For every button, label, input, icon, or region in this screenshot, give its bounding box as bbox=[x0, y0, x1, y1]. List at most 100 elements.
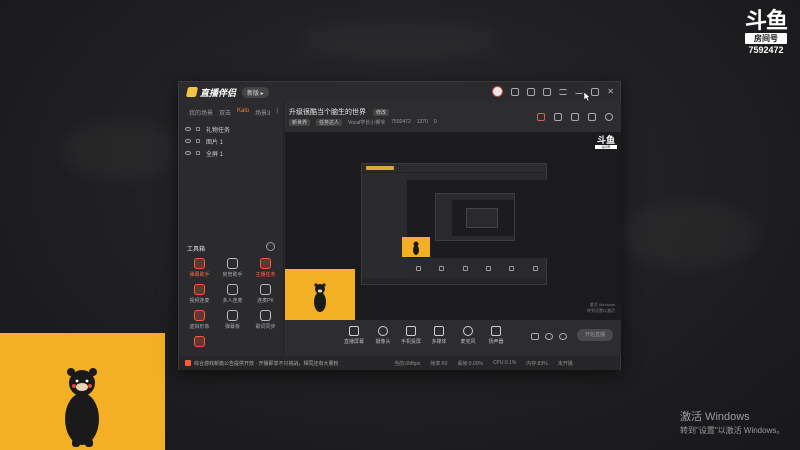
scene-tabs: 我的场景 双击 Kalo 场景3 | bbox=[179, 102, 283, 117]
bear-mascot-image bbox=[65, 368, 99, 447]
visibility-eye-icon[interactable] bbox=[185, 127, 191, 131]
anchor-name: Vocal学长小狮爷 bbox=[348, 120, 386, 126]
admin-icon bbox=[227, 258, 238, 269]
avatar-icon[interactable] bbox=[492, 86, 504, 97]
speaker-icon bbox=[491, 326, 501, 336]
tool-room-admin[interactable]: 房管助手 bbox=[216, 258, 249, 278]
edit-title-button[interactable]: 修改 bbox=[372, 109, 389, 116]
lock-icon[interactable] bbox=[196, 151, 200, 155]
category-pill[interactable]: 新世界 bbox=[289, 119, 311, 126]
activation-hint: 转到"设置"以激活 Windows。 bbox=[680, 426, 785, 435]
save-icon[interactable] bbox=[571, 113, 579, 121]
start-live-button[interactable]: 开始直播 bbox=[577, 329, 613, 341]
skin-icon[interactable] bbox=[527, 87, 536, 96]
source-label: 礼物任务 bbox=[206, 127, 231, 134]
close-icon[interactable]: ✕ bbox=[607, 87, 614, 96]
visibility-eye-icon[interactable] bbox=[185, 151, 191, 155]
nested-controls bbox=[407, 261, 547, 275]
nested-webcam bbox=[402, 237, 430, 257]
tool-extra[interactable] bbox=[183, 336, 216, 349]
tool-danmu-board[interactable]: 弹幕板 bbox=[216, 310, 249, 330]
tool-label: 多人连麦 bbox=[222, 298, 243, 304]
scene-tab-1[interactable]: 双击 bbox=[219, 108, 231, 117]
more-tools-button[interactable]: ··· bbox=[266, 242, 275, 251]
source-control-bar: 直播屏幕 摄像头 手机投屏 多媒体 麦克风 扬声器 开始直播 bbox=[285, 320, 621, 356]
status-bar: 综合游戏新篇公告提供开放 · 开播即享不只挑战，相同还有大量粉 当前:0Mbps… bbox=[179, 356, 620, 370]
maximize-icon[interactable] bbox=[591, 87, 600, 96]
lyrics-icon bbox=[260, 310, 271, 321]
room-meta: 新世界 任务达人 Vocal学长小狮爷 7592472 1370 0 bbox=[289, 119, 437, 126]
scene-tab-2[interactable]: Kalo bbox=[237, 108, 249, 117]
message-icon[interactable] bbox=[511, 87, 520, 96]
minimize-icon[interactable] bbox=[575, 89, 584, 94]
tool-label: 歌词同步 bbox=[255, 324, 276, 330]
scene-tab-0[interactable]: 我的场景 bbox=[189, 108, 213, 117]
tool-label: 虚拟形象 bbox=[189, 324, 210, 330]
mouse-cursor-icon bbox=[584, 92, 591, 101]
preview-eye-icon[interactable] bbox=[545, 333, 553, 340]
source-item[interactable]: 图片 1 bbox=[179, 135, 283, 147]
tag-pill[interactable]: 任务达人 bbox=[316, 119, 343, 126]
fps-stat: 帧率:60 bbox=[430, 360, 448, 367]
tv-icon bbox=[227, 310, 238, 321]
nested-preview-window-2 bbox=[435, 193, 515, 241]
memory-stat: 内存:83% bbox=[526, 360, 548, 367]
tool-anchor-task[interactable]: 主播任务 bbox=[249, 258, 282, 278]
nested-preview-2 bbox=[452, 200, 514, 236]
app-logo-icon bbox=[185, 87, 199, 97]
nested-status-bar bbox=[362, 278, 546, 284]
title-bar-controls: ✕ bbox=[492, 86, 614, 97]
scene-tab-divider: | bbox=[276, 108, 278, 114]
nested-bear-image bbox=[413, 241, 419, 255]
speaker-button[interactable]: 扬声器 bbox=[479, 326, 513, 345]
preview-logo-glyph: 斗鱼 bbox=[596, 135, 615, 145]
bell-icon[interactable] bbox=[588, 113, 596, 121]
lock-icon[interactable] bbox=[196, 139, 200, 143]
phone-cast-icon bbox=[406, 326, 416, 336]
windows-activation-watermark: 激活 Windows 转到"设置"以激活 Windows。 bbox=[680, 408, 784, 436]
source-list: 礼物任务 图片 1 全屏 1 bbox=[179, 123, 283, 159]
avatar-heart-icon bbox=[194, 310, 205, 321]
tool-lyrics-sync[interactable]: 歌词同步 bbox=[249, 310, 282, 330]
gift-icon[interactable] bbox=[543, 87, 552, 96]
room-title-text: 升级很酷当个脑生的世界 bbox=[289, 109, 366, 116]
danmu-icon bbox=[194, 258, 205, 269]
gift-box-icon[interactable] bbox=[537, 113, 545, 121]
douyu-watermark: 斗鱼 房间号 7592472 bbox=[740, 8, 792, 56]
tool-label: 弹幕板 bbox=[224, 324, 240, 330]
room-header: 升级很酷当个脑生的世界 修改 新世界 任务达人 Vocal学长小狮爷 75924… bbox=[285, 102, 621, 132]
version-pill[interactable]: 新版 ▸ bbox=[242, 86, 269, 98]
live-status: 未开播 bbox=[557, 360, 573, 367]
preview-activation-line: 转到设置以激活 bbox=[587, 308, 615, 313]
tool-link-pk[interactable]: 连麦PK bbox=[249, 284, 282, 304]
source-item[interactable]: 全屏 1 bbox=[179, 147, 283, 159]
visibility-eye-icon[interactable] bbox=[185, 139, 191, 143]
room-number: 7592472 bbox=[748, 45, 784, 55]
tool-video-link[interactable]: 视频连麦 bbox=[183, 284, 216, 304]
title-bar: 直播伴侣 新版 ▸ ✕ bbox=[179, 82, 620, 102]
heat-value: 1370 bbox=[416, 119, 428, 125]
preview-webcam[interactable] bbox=[285, 269, 355, 320]
room-title: 升级很酷当个脑生的世界 修改 bbox=[289, 107, 389, 117]
room-number-tag: 房间号 bbox=[745, 33, 787, 44]
share-icon[interactable] bbox=[605, 113, 613, 121]
lock-icon[interactable] bbox=[196, 127, 200, 131]
scene-tab-3[interactable]: 场景3 bbox=[255, 108, 270, 117]
tool-virtual-avatar[interactable]: 虚拟形象 bbox=[183, 310, 216, 330]
settings-gear-icon[interactable] bbox=[559, 333, 567, 340]
douyu-logo-glyph: 斗鱼 bbox=[744, 8, 788, 33]
menu-icon[interactable] bbox=[559, 88, 568, 95]
tool-danmu-assistant[interactable]: 弹幕助手 bbox=[183, 258, 216, 278]
room-id: 7592472 bbox=[391, 119, 411, 125]
preview-room-tag: 房间号 bbox=[595, 145, 617, 149]
record-icon[interactable] bbox=[531, 333, 539, 340]
activation-title: 激活 Windows bbox=[680, 411, 750, 423]
tool-label: 视频连麦 bbox=[189, 298, 210, 304]
nested-left-panel bbox=[362, 173, 406, 279]
stream-preview[interactable]: 斗鱼 房间号 激活 Windows 转到设置以激活 bbox=[285, 132, 621, 320]
tool-multi-link[interactable]: 多人连麦 bbox=[216, 284, 249, 304]
video-link-icon bbox=[194, 284, 205, 295]
source-item[interactable]: 礼物任务 bbox=[179, 123, 283, 135]
announcement-text[interactable]: 综合游戏新篇公告提供开放 · 开播即享不只挑战，相同还有大量粉 bbox=[194, 360, 384, 367]
calendar-icon[interactable] bbox=[554, 113, 562, 121]
